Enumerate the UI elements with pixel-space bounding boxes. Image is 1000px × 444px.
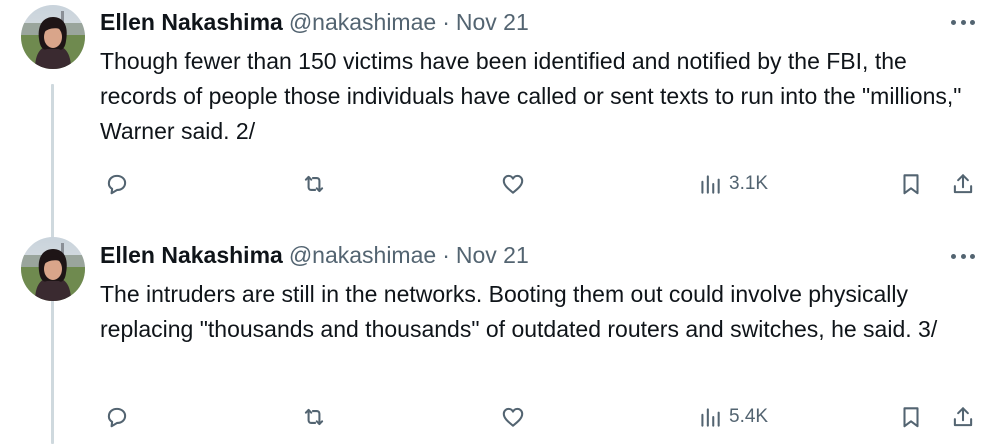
views-count: 3.1K: [729, 173, 769, 194]
views-button[interactable]: 3.1K: [697, 168, 768, 200]
views-count: 5.4K: [729, 406, 769, 427]
tweet[interactable]: Ellen Nakashima @nakashimae · Nov 21 The in…: [0, 234, 1000, 444]
tweet-text: The intruders are still in the networks.…: [100, 281, 938, 342]
tweet-text: Though fewer than 150 victims have been …: [100, 48, 962, 144]
author-name[interactable]: Ellen Nakashima: [100, 242, 283, 268]
like-button[interactable]: [500, 168, 526, 200]
share-button[interactable]: [950, 168, 976, 200]
heart-icon: [502, 407, 524, 427]
repost-button[interactable]: [301, 168, 327, 200]
like-button[interactable]: [500, 401, 526, 433]
reply-icon: [107, 407, 127, 428]
views-icon: [701, 175, 720, 194]
tweet-date[interactable]: Nov 21: [456, 242, 529, 268]
repost-button[interactable]: [301, 401, 327, 433]
more-icon[interactable]: [948, 12, 978, 32]
views-icon: [701, 408, 720, 427]
bookmark-button[interactable]: [898, 168, 924, 200]
reply-button[interactable]: [104, 401, 130, 433]
share-button[interactable]: [950, 401, 976, 433]
more-icon[interactable]: [948, 246, 978, 266]
reply-button[interactable]: [104, 168, 130, 200]
separator-dot: ·: [442, 9, 450, 35]
tweet-header: Ellen Nakashima @nakashimae · Nov 21: [100, 240, 529, 270]
share-icon: [953, 407, 973, 427]
author-handle[interactable]: @nakashimae: [289, 9, 436, 35]
bookmark-icon: [903, 407, 919, 428]
avatar[interactable]: [21, 5, 85, 69]
heart-icon: [502, 174, 524, 194]
author-name[interactable]: Ellen Nakashima: [100, 9, 283, 35]
avatar[interactable]: [21, 237, 85, 301]
reply-icon: [107, 174, 127, 195]
repost-icon: [304, 175, 324, 193]
views-button[interactable]: 5.4K: [697, 401, 768, 433]
tweet-header: Ellen Nakashima @nakashimae · Nov 21: [100, 7, 529, 37]
tweet-actions: 3.1K: [0, 168, 1000, 200]
bookmark-icon: [903, 174, 919, 195]
tweet-actions: 5.4K: [0, 401, 1000, 433]
tweet[interactable]: Ellen Nakashima @nakashimae · Nov 21 Though…: [0, 0, 1000, 222]
tweet-date[interactable]: Nov 21: [456, 9, 529, 35]
bookmark-button[interactable]: [898, 401, 924, 433]
separator-dot: ·: [442, 242, 450, 268]
repost-icon: [304, 408, 324, 426]
share-icon: [953, 174, 973, 194]
author-handle[interactable]: @nakashimae: [289, 242, 436, 268]
